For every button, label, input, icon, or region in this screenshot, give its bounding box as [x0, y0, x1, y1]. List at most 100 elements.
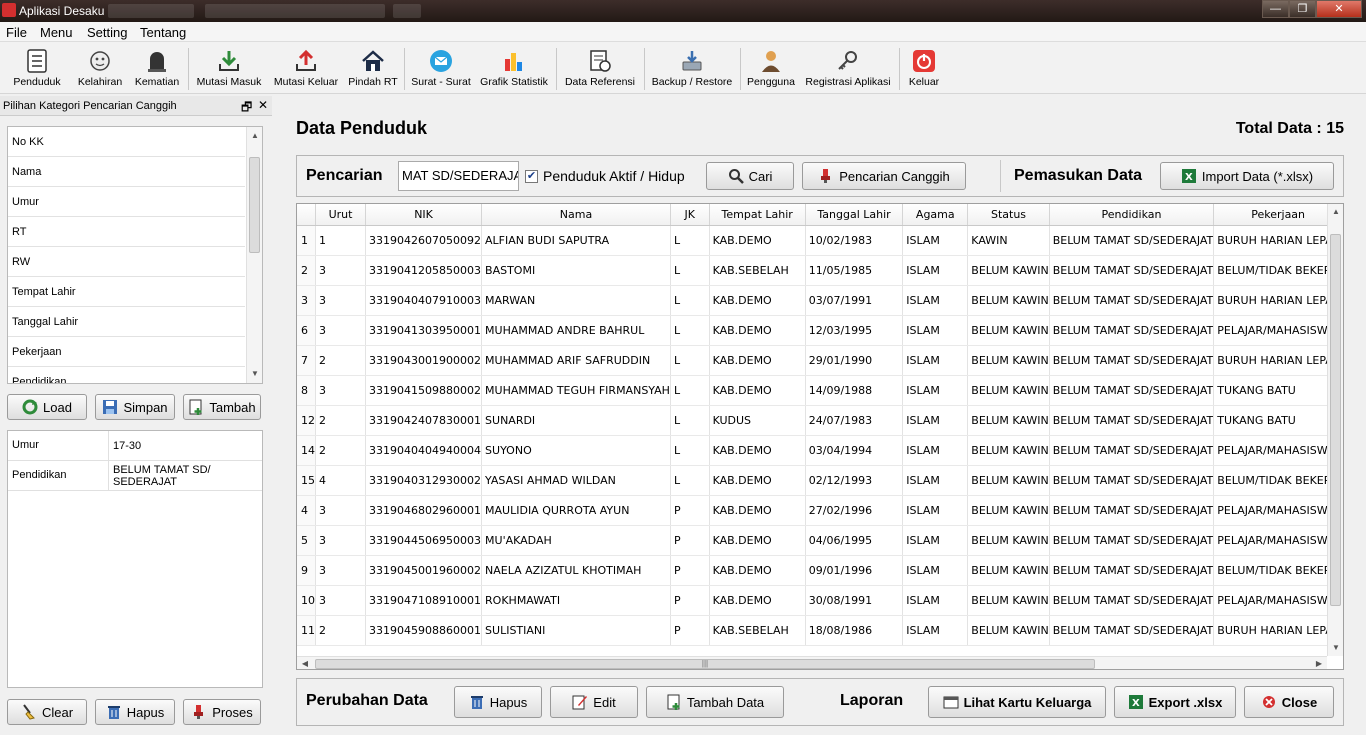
category-item[interactable]: Pekerjaan	[8, 337, 245, 367]
table-row[interactable]: 8 3 3319041509880002 MUHAMMAD TEGUH FIRMANS…	[297, 375, 1343, 406]
table-cell[interactable]: P	[670, 585, 710, 616]
table-cell[interactable]: BURUH HARIAN LEPAS	[1213, 615, 1343, 646]
category-item[interactable]: Nama	[8, 157, 245, 187]
category-item[interactable]: Umur	[8, 187, 245, 217]
table-cell[interactable]: ISLAM	[902, 405, 969, 436]
active-residents-checkbox[interactable]: ✔	[525, 170, 538, 183]
column-header[interactable]: Agama	[902, 204, 969, 226]
row-number-cell[interactable]: 11	[297, 615, 316, 646]
table-cell[interactable]: 1	[315, 225, 367, 256]
table-cell[interactable]: ISLAM	[902, 285, 969, 316]
row-number-cell[interactable]: 5	[297, 525, 316, 556]
toolbar-registrasi-button[interactable]: Registrasi Aplikasi	[802, 44, 894, 92]
table-cell[interactable]: 4	[315, 465, 367, 496]
table-cell[interactable]: ISLAM	[902, 255, 969, 286]
table-cell[interactable]: TUKANG BATU	[1213, 375, 1343, 406]
toolbar-pengguna-button[interactable]: Pengguna	[746, 44, 796, 92]
restore-panel-icon[interactable]: 🗗	[241, 98, 252, 119]
table-cell[interactable]: BELUM KAWIN	[967, 345, 1050, 376]
table-cell[interactable]: 3	[315, 585, 367, 616]
toolbar-backup-button[interactable]: Backup / Restore	[650, 44, 734, 92]
table-cell[interactable]: KAB.DEMO	[709, 315, 806, 346]
table-cell[interactable]: BELUM TAMAT SD/SEDERAJAT	[1049, 345, 1215, 376]
column-header[interactable]: NIK	[365, 204, 483, 226]
table-cell[interactable]: BELUM TAMAT SD/SEDERAJAT	[1049, 225, 1215, 256]
table-cell[interactable]: SULISTIANI	[481, 615, 671, 646]
toolbar-mutasi-keluar-button[interactable]: Mutasi Keluar	[270, 44, 342, 92]
category-item[interactable]: RT	[8, 217, 245, 247]
table-row[interactable]: 4 3 3319046802960001 MAULIDIA QURROTA AYUN P…	[297, 495, 1343, 526]
table-cell[interactable]: 3319040312930002	[365, 465, 483, 496]
table-cell[interactable]: 3319040407910003	[365, 285, 483, 316]
toolbar-surat-button[interactable]: Surat - Surat	[410, 44, 472, 92]
row-number-cell[interactable]: 9	[297, 555, 316, 586]
table-cell[interactable]: 3319047108910001	[365, 585, 483, 616]
table-cell[interactable]: 3	[315, 555, 367, 586]
toolbar-kelahiran-button[interactable]: Kelahiran	[74, 44, 126, 92]
proses-button[interactable]: Proses	[183, 699, 261, 725]
table-cell[interactable]: 3319045908860001	[365, 615, 483, 646]
column-header[interactable]: Tanggal Lahir	[805, 204, 904, 226]
table-cell[interactable]: 30/08/1991	[805, 585, 904, 616]
table-cell[interactable]: L	[670, 465, 710, 496]
table-cell[interactable]: BELUM KAWIN	[967, 255, 1050, 286]
table-row[interactable]: 14 2 3319040404940004 SUYONO L KAB.DEMO 03/04/…	[297, 435, 1343, 466]
load-button[interactable]: Load	[7, 394, 87, 420]
table-cell[interactable]: L	[670, 225, 710, 256]
table-cell[interactable]: BELUM TAMAT SD/SEDERAJAT	[1049, 435, 1215, 466]
table-cell[interactable]: KAB.DEMO	[709, 345, 806, 376]
row-number-cell[interactable]: 6	[297, 315, 316, 346]
table-cell[interactable]: 03/07/1991	[805, 285, 904, 316]
table-cell[interactable]: BELUM TAMAT SD/SEDERAJAT	[1049, 405, 1215, 436]
table-cell[interactable]: P	[670, 525, 710, 556]
scroll-thumb[interactable]	[249, 157, 260, 253]
table-cell[interactable]: 3319044506950003	[365, 525, 483, 556]
table-cell[interactable]: BELUM KAWIN	[967, 525, 1050, 556]
table-cell[interactable]: 29/01/1990	[805, 345, 904, 376]
column-header[interactable]	[297, 204, 316, 226]
table-cell[interactable]: BELUM/TIDAK BEKERJA	[1213, 255, 1343, 286]
table-cell[interactable]: MUHAMMAD ARIF SAFRUDDIN	[481, 345, 671, 376]
table-hscroll-thumb[interactable]: |||	[315, 659, 1095, 669]
table-horizontal-scrollbar[interactable]: ◀ ||| ▶	[297, 656, 1327, 669]
row-number-cell[interactable]: 10	[297, 585, 316, 616]
row-number-cell[interactable]: 4	[297, 495, 316, 526]
table-cell[interactable]: 3	[315, 525, 367, 556]
category-item[interactable]: RW	[8, 247, 245, 277]
row-number-cell[interactable]: 3	[297, 285, 316, 316]
table-cell[interactable]: BELUM TAMAT SD/SEDERAJAT	[1049, 285, 1215, 316]
window-close-button[interactable]: ✕	[1316, 0, 1362, 18]
table-cell[interactable]: BURUH HARIAN LEPAS	[1213, 285, 1343, 316]
table-cell[interactable]: YASASI AHMAD WILDAN	[481, 465, 671, 496]
toolbar-kematian-button[interactable]: Kematian	[132, 44, 182, 92]
menu-tentang[interactable]: Tentang	[140, 25, 186, 40]
table-row[interactable]: 5 3 3319044506950003 MU'AKADAH P KAB.DEMO 04/0…	[297, 525, 1343, 556]
column-header[interactable]: JK	[670, 204, 710, 226]
category-item[interactable]: No KK	[8, 127, 245, 157]
table-cell[interactable]: 3319041205850003	[365, 255, 483, 286]
table-cell[interactable]: KAB.DEMO	[709, 525, 806, 556]
table-cell[interactable]: MARWAN	[481, 285, 671, 316]
hapus-data-button[interactable]: Hapus	[454, 686, 542, 718]
table-cell[interactable]: BELUM/TIDAK BEKERJA	[1213, 555, 1343, 586]
filter-row[interactable]: Pendidikan BELUM TAMAT SD/ SEDERAJAT	[8, 461, 262, 491]
row-number-cell[interactable]: 2	[297, 255, 316, 286]
table-cell[interactable]: ISLAM	[902, 495, 969, 526]
column-header[interactable]: Urut	[315, 204, 367, 226]
table-cell[interactable]: 03/04/1994	[805, 435, 904, 466]
menu-file[interactable]: File	[6, 25, 27, 40]
table-cell[interactable]: BELUM TAMAT SD/SEDERAJAT	[1049, 255, 1215, 286]
table-row[interactable]: 10 3 3319047108910001 ROKHMAWATI P KAB.DEMO 30…	[297, 585, 1343, 616]
table-cell[interactable]: 27/02/1996	[805, 495, 904, 526]
row-number-cell[interactable]: 12	[297, 405, 316, 436]
table-cell[interactable]: MUHAMMAD TEGUH FIRMANSYAH	[481, 375, 671, 406]
table-cell[interactable]: L	[670, 375, 710, 406]
table-cell[interactable]: SUNARDI	[481, 405, 671, 436]
import-data-button[interactable]: X Import Data (*.xlsx)	[1160, 162, 1334, 190]
toolbar-data-referensi-button[interactable]: Data Referensi	[562, 44, 638, 92]
scroll-down-icon[interactable]: ▼	[1328, 641, 1343, 655]
table-cell[interactable]: BELUM TAMAT SD/SEDERAJAT	[1049, 315, 1215, 346]
clear-button[interactable]: Clear	[7, 699, 87, 725]
table-cell[interactable]: 3	[315, 495, 367, 526]
pencarian-canggih-button[interactable]: Pencarian Canggih	[802, 162, 966, 190]
